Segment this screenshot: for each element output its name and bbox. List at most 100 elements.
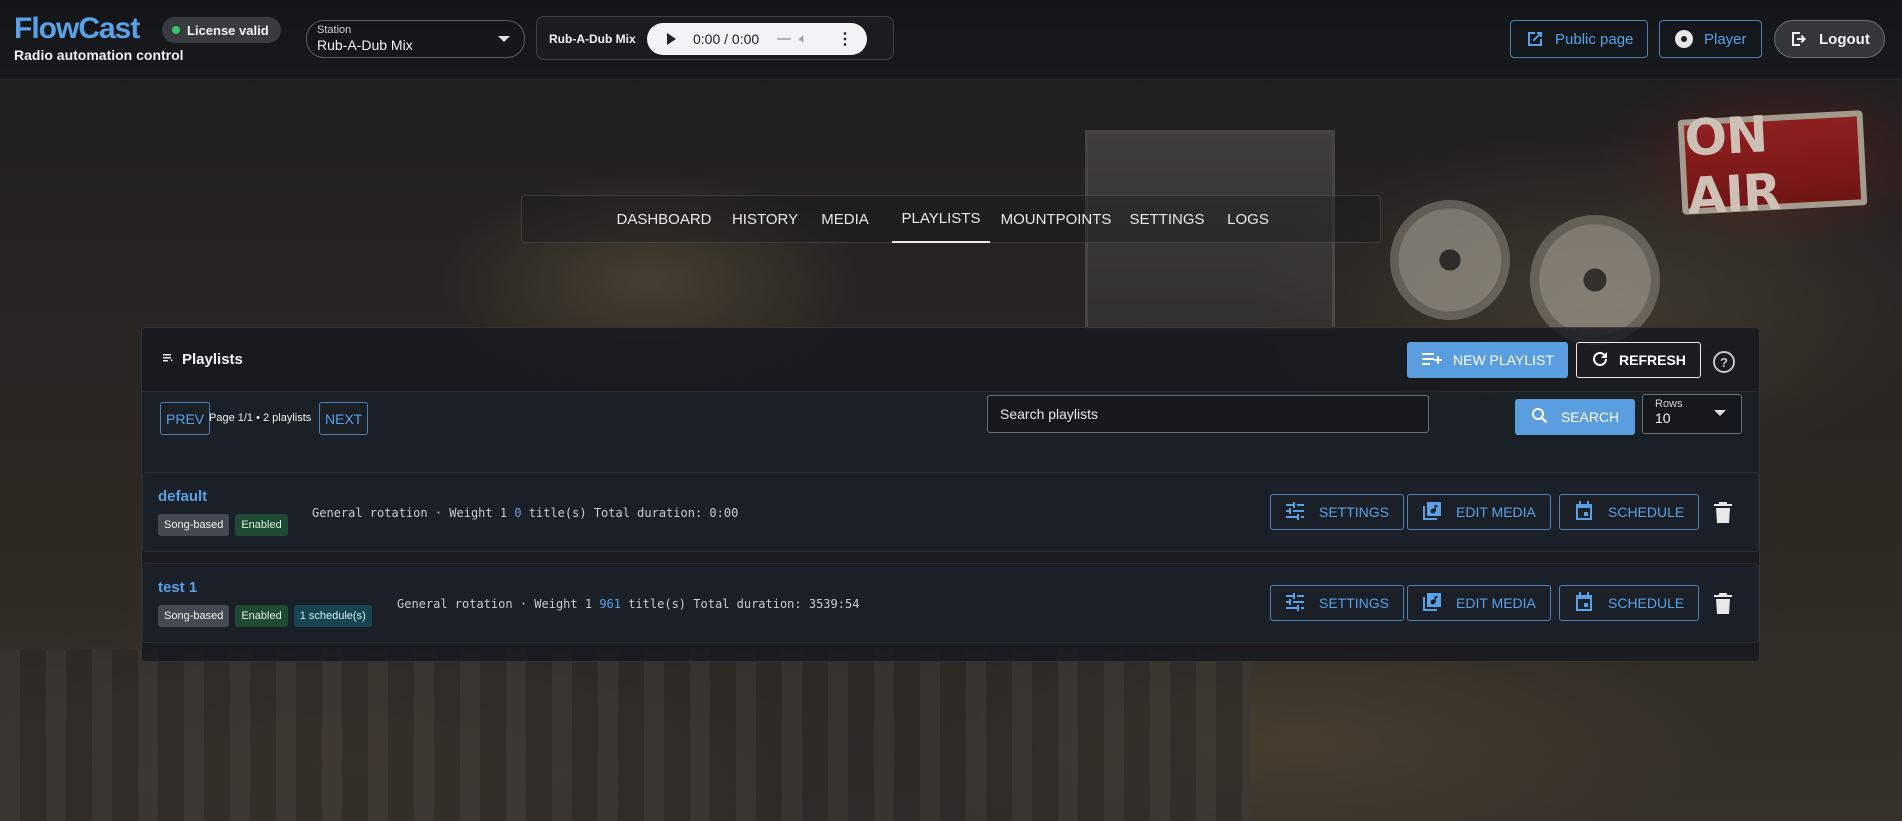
brand: FlowCast Radio automation control xyxy=(14,14,184,64)
search-button[interactable]: SEARCH xyxy=(1515,399,1635,435)
refresh-icon xyxy=(1591,350,1609,371)
play-icon[interactable] xyxy=(667,33,676,45)
license-badge: License valid xyxy=(162,17,281,43)
chevron-down-icon xyxy=(498,36,510,42)
schedule-label: SCHEDULE xyxy=(1608,504,1685,520)
edit-media-label: EDIT MEDIA xyxy=(1456,595,1536,611)
playlist-icon xyxy=(162,351,174,368)
station-select-label: Station xyxy=(317,24,352,36)
total-duration: Total duration: 3539:54 xyxy=(693,597,860,611)
playlist-row: default Song-based Enabled General rotat… xyxy=(142,472,1759,552)
edit-media-button[interactable]: EDIT MEDIA xyxy=(1407,494,1551,530)
playlist-badges: Song-based Enabled xyxy=(158,514,288,536)
license-status-dot xyxy=(172,26,180,34)
station-select-value: Rub-A-Dub Mix xyxy=(317,37,413,53)
player-label: Player xyxy=(1704,30,1747,48)
volume-icon[interactable]: 🔈︎ xyxy=(799,30,807,47)
tune-icon xyxy=(1285,592,1305,614)
schedule-label: SCHEDULE xyxy=(1608,595,1685,611)
brand-logo[interactable]: FlowCast xyxy=(14,14,184,44)
total-duration: Total duration: 0:00 xyxy=(593,506,739,520)
delete-icon[interactable] xyxy=(1713,501,1733,523)
rows-label: Rows xyxy=(1655,398,1683,410)
playlist-toolbar: PREV Page 1/1 • 2 playlists NEXT Search … xyxy=(142,392,1759,472)
tab-media[interactable]: MEDIA xyxy=(821,196,869,243)
tab-logs[interactable]: LOGS xyxy=(1227,196,1269,243)
logout-button[interactable]: Logout xyxy=(1774,20,1885,58)
status-badge: Enabled xyxy=(235,514,288,536)
tab-history[interactable]: HISTORY xyxy=(732,196,798,243)
next-page-button[interactable]: NEXT xyxy=(319,402,369,435)
schedule-badge: 1 schedule(s) xyxy=(293,605,372,627)
schedule-button[interactable]: SCHEDULE xyxy=(1559,585,1700,621)
station-select[interactable]: Station Rub-A-Dub Mix xyxy=(306,20,525,58)
more-options-icon[interactable]: ⋮ xyxy=(837,29,853,49)
tab-dashboard[interactable]: DASHBOARD xyxy=(616,196,711,243)
panel-header: Playlists NEW PLAYLIST REFRESH ? xyxy=(142,328,1759,392)
audio-time: 0:00 / 0:00 xyxy=(693,31,760,47)
audio-progress-bar[interactable] xyxy=(777,38,791,40)
playlist-settings-button[interactable]: SETTINGS xyxy=(1270,494,1405,530)
player-station-name: Rub-A-Dub Mix xyxy=(549,32,636,46)
playlist-name[interactable]: default xyxy=(158,488,207,505)
tune-icon xyxy=(1285,501,1305,523)
disc-icon xyxy=(1674,29,1694,49)
calendar-icon xyxy=(1574,591,1594,615)
library-music-icon xyxy=(1422,592,1442,615)
delete-icon[interactable] xyxy=(1713,592,1733,614)
playlist-add-icon xyxy=(1421,351,1443,370)
title-count-suffix: title(s) xyxy=(628,597,687,611)
chevron-down-icon xyxy=(1714,410,1726,416)
refresh-label: REFRESH xyxy=(1619,352,1686,368)
logout-label: Logout xyxy=(1819,30,1870,48)
new-playlist-button[interactable]: NEW PLAYLIST xyxy=(1407,342,1568,378)
playlist-settings-button[interactable]: SETTINGS xyxy=(1270,585,1405,621)
logout-icon xyxy=(1789,29,1809,49)
search-input[interactable]: Search playlists xyxy=(987,395,1429,433)
edit-media-label: EDIT MEDIA xyxy=(1456,504,1536,520)
rows-select[interactable]: Rows 10 xyxy=(1642,394,1742,434)
tab-settings[interactable]: SETTINGS xyxy=(1130,196,1205,243)
tab-mountpoints[interactable]: MOUNTPOINTS xyxy=(1001,196,1112,243)
meta-rotation: General rotation · Weight 1 xyxy=(397,597,593,611)
search-label: SEARCH xyxy=(1560,409,1620,425)
type-badge: Song-based xyxy=(158,605,230,627)
public-page-button[interactable]: Public page xyxy=(1510,20,1649,58)
tape-reel-right xyxy=(1530,215,1660,345)
public-page-label: Public page xyxy=(1555,30,1634,48)
status-badge: Enabled xyxy=(235,605,288,627)
search-icon xyxy=(1531,407,1549,428)
calendar-icon xyxy=(1574,500,1594,524)
top-bar: FlowCast Radio automation control Licens… xyxy=(0,0,1902,80)
external-link-icon xyxy=(1525,29,1545,49)
playlist-meta: General rotation · Weight 1 961 title(s)… xyxy=(397,597,859,611)
title-count-suffix: title(s) xyxy=(528,506,587,520)
meta-rotation: General rotation · Weight 1 xyxy=(312,506,508,520)
help-icon[interactable]: ? xyxy=(1713,351,1735,373)
title-count: 0 xyxy=(514,506,522,520)
schedule-button[interactable]: SCHEDULE xyxy=(1559,494,1700,530)
tab-playlists[interactable]: PLAYLISTS xyxy=(892,196,990,243)
prev-page-button[interactable]: PREV xyxy=(160,402,211,435)
playlist-name[interactable]: test 1 xyxy=(158,579,197,596)
player-button[interactable]: Player xyxy=(1659,20,1762,58)
main-navigation: DASHBOARD HISTORY MEDIA PLAYLISTS MOUNTP… xyxy=(521,195,1381,243)
mixing-console-background xyxy=(0,650,1250,821)
playlist-badges: Song-based Enabled 1 schedule(s) xyxy=(158,605,372,627)
tape-reel-left xyxy=(1390,200,1510,320)
settings-label: SETTINGS xyxy=(1319,595,1390,611)
type-badge: Song-based xyxy=(158,514,230,536)
title-count: 961 xyxy=(599,597,621,611)
playlists-panel: Playlists NEW PLAYLIST REFRESH ? PREV Pa… xyxy=(141,327,1760,662)
panel-title-text: Playlists xyxy=(182,351,243,368)
brand-subtitle: Radio automation control xyxy=(14,47,184,63)
panel-title: Playlists xyxy=(162,351,243,368)
settings-label: SETTINGS xyxy=(1319,504,1390,520)
on-air-sign: ON AIR xyxy=(1677,105,1868,225)
page-info: Page 1/1 • 2 playlists xyxy=(209,412,312,424)
mini-player: Rub-A-Dub Mix 0:00 / 0:00 🔈︎ ⋮ xyxy=(536,16,894,60)
refresh-button[interactable]: REFRESH xyxy=(1576,342,1701,378)
edit-media-button[interactable]: EDIT MEDIA xyxy=(1407,585,1551,621)
new-playlist-label: NEW PLAYLIST xyxy=(1453,352,1554,368)
playlist-meta: General rotation · Weight 1 0 title(s) T… xyxy=(312,506,738,520)
